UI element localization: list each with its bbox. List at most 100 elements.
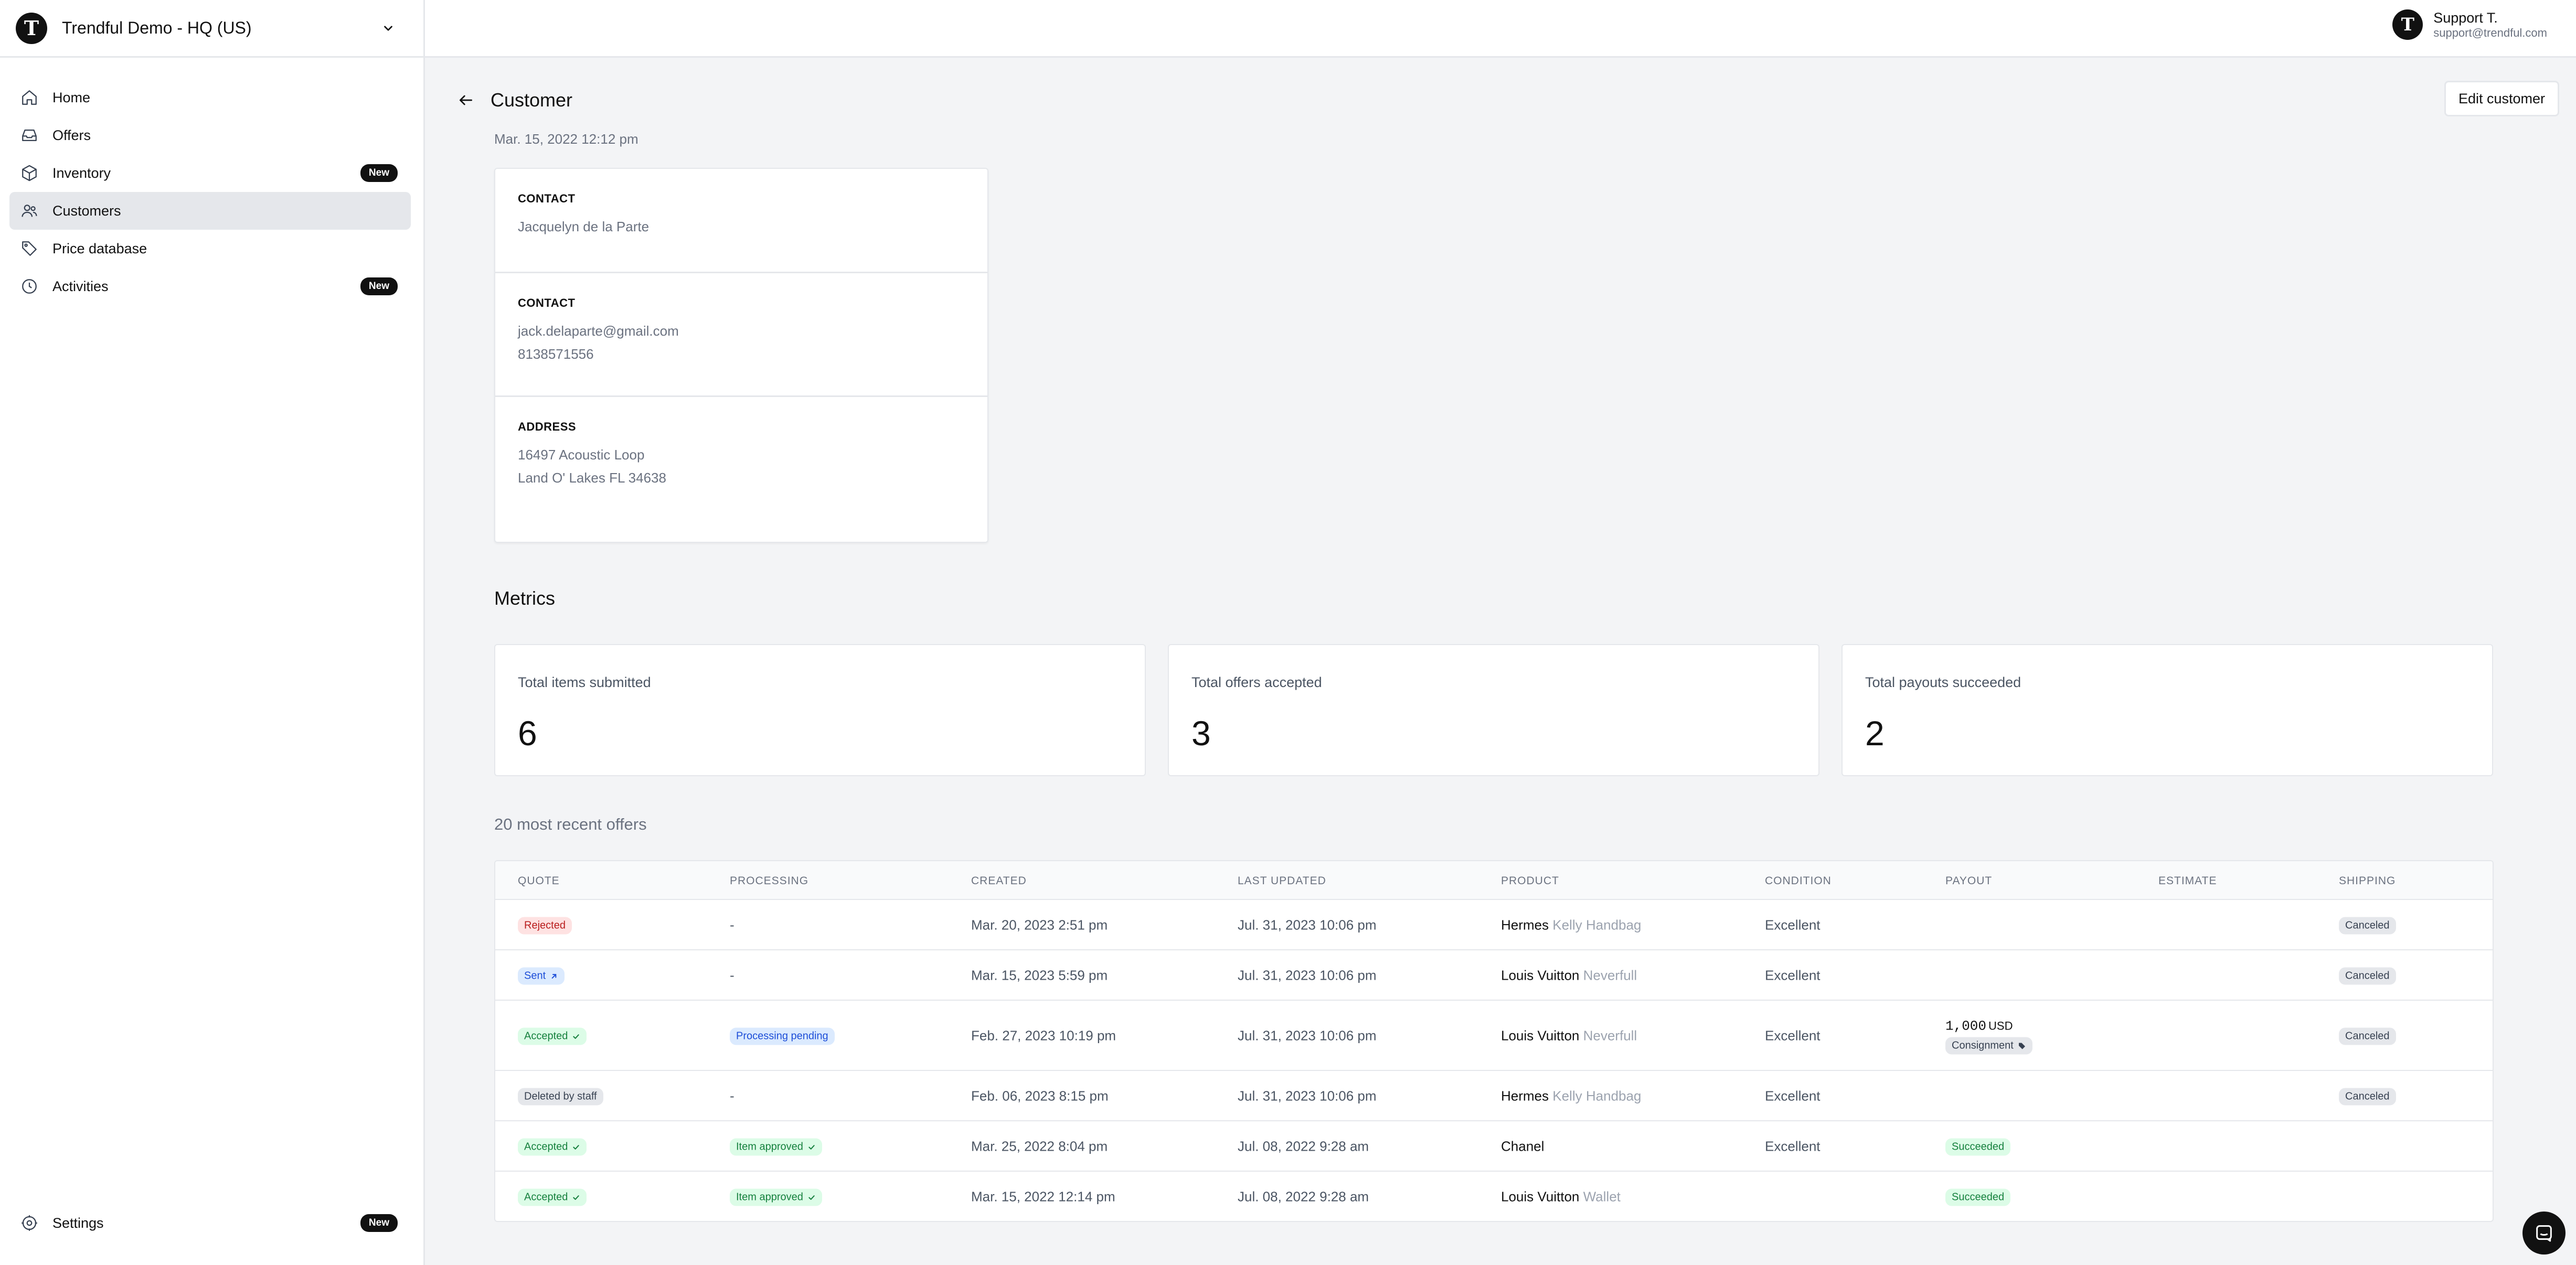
metric-card: Total payouts succeeded 2 [1841, 644, 2493, 776]
metric-card: Total items submitted 6 [494, 644, 1146, 776]
shipping-status-badge: Canceled [2339, 917, 2396, 935]
condition-value: Excellent [1765, 1138, 1821, 1154]
last-updated-date: Jul. 08, 2022 9:28 am [1238, 1188, 1369, 1205]
sidebar-item-customers[interactable]: Customers [9, 192, 411, 230]
metric-label: Total payouts succeeded [1865, 674, 2021, 690]
check-icon [568, 1193, 580, 1202]
product-model: Kelly Handbag [1552, 1088, 1642, 1104]
created-date: Mar. 25, 2022 8:04 pm [971, 1138, 1108, 1154]
processing-status-badge: Item approved [730, 1138, 822, 1156]
table-row[interactable]: Rejected - Mar. 20, 2023 2:51 pm Jul. 31, 2… [495, 900, 2493, 950]
shipping-status-badge: Canceled [2339, 967, 2396, 985]
payout-amount: 1,000 USD [1945, 1018, 2013, 1034]
product-brand: Louis Vuitton [1501, 1188, 1580, 1205]
org-name: Trendful Demo - HQ (US) [62, 18, 252, 37]
column-header-shipping: SHIPPING [2339, 875, 2396, 887]
sidebar-item-label: Offers [52, 127, 91, 143]
product-name: Hermes Kelly Handbag [1501, 1088, 1641, 1105]
quote-status-badge: Rejected [518, 917, 572, 935]
contact-details-section: CONTACT jack.delaparte@gmail.com 8138571… [495, 272, 987, 395]
created-date: Mar. 15, 2023 5:59 pm [971, 967, 1108, 983]
product-model: Neverfull [1583, 967, 1637, 983]
customer-created-date: Mar. 15, 2022 12:12 pm [494, 131, 638, 147]
product-name: Louis Vuitton Neverfull [1501, 1028, 1637, 1044]
customer-info-card: CONTACT Jacquelyn de la Parte CONTACT ja… [494, 168, 988, 543]
user-email: support@trendful.com [2433, 26, 2547, 40]
tag-icon [19, 238, 40, 259]
customer-email[interactable]: jack.delaparte@gmail.com [518, 319, 987, 342]
cube-icon [19, 163, 40, 184]
table-row[interactable]: Accepted Item approved Mar. 25, 2022 8:04 … [495, 1121, 2493, 1172]
sidebar-item-label: Home [52, 89, 91, 105]
table-row[interactable]: Accepted Processing pending Feb. 27, 2023 … [495, 1001, 2493, 1071]
check-icon [803, 1193, 816, 1202]
check-icon [568, 1143, 580, 1151]
quote-status-badge: Accepted [518, 1138, 587, 1156]
product-model: Neverfull [1583, 1027, 1637, 1044]
processing-status-badge: Processing pending [730, 1027, 835, 1045]
sidebar-item-home[interactable]: Home [9, 79, 411, 116]
column-header-last-updated: LAST UPDATED [1238, 875, 1326, 887]
condition-value: Excellent [1765, 967, 1821, 983]
sidebar-item-settings[interactable]: Settings New [9, 1204, 411, 1242]
payout-status-badge: Succeeded [1945, 1138, 2011, 1156]
table-row[interactable]: Accepted Item approved Mar. 15, 2022 12:14… [495, 1172, 2493, 1221]
metric-value: 3 [1191, 714, 1211, 753]
last-updated-date: Jul. 31, 2023 10:06 pm [1238, 917, 1377, 933]
chevron-down-icon[interactable] [379, 19, 397, 37]
sidebar-item-label: Customers [52, 202, 121, 219]
address-section: ADDRESS 16497 Acoustic Loop Land O' Lake… [495, 395, 987, 542]
sidebar-item-offers[interactable]: Offers [9, 116, 411, 154]
metric-value: 6 [518, 714, 537, 753]
users-icon [19, 200, 40, 221]
column-header-created: CREATED [971, 875, 1027, 887]
inbox-icon [19, 125, 40, 146]
sidebar-item-price-database[interactable]: Price database [9, 230, 411, 267]
sidebar-item-label: Inventory [52, 165, 111, 181]
shipping-status-badge: Canceled [2339, 1088, 2396, 1106]
address-line-1: 16497 Acoustic Loop [518, 447, 645, 463]
payout-status-badge: Succeeded [1945, 1188, 2011, 1206]
product-name: Chanel [1501, 1139, 1544, 1155]
metrics-title: Metrics [494, 587, 555, 609]
last-updated-date: Jul. 08, 2022 9:28 am [1238, 1138, 1369, 1154]
sidebar-item-label: Activities [52, 278, 109, 294]
product-name: Louis Vuitton Wallet [1501, 1189, 1621, 1205]
clock-icon [19, 276, 40, 297]
product-name: Hermes Kelly Handbag [1501, 917, 1641, 934]
avatar: T [2392, 9, 2423, 40]
sidebar: Home Offers Inventory New Customers Price dat… [0, 58, 425, 1265]
processing-value: - [730, 917, 735, 933]
payout-type-badge: Consignment [1945, 1037, 2032, 1055]
sidebar-item-activities[interactable]: Activities New [9, 267, 411, 305]
new-badge: New [360, 277, 398, 295]
shipping-status-badge: Canceled [2339, 1027, 2396, 1045]
back-arrow-icon[interactable] [453, 87, 479, 113]
table-row[interactable]: Deleted by staff - Feb. 06, 2023 8:15 pm Ju… [495, 1071, 2493, 1121]
sidebar-item-label: Settings [52, 1215, 104, 1231]
user-name: Support T. [2433, 10, 2498, 26]
chat-button[interactable] [2522, 1212, 2566, 1255]
customer-phone[interactable]: 8138571556 [518, 342, 987, 366]
processing-value: - [730, 967, 735, 983]
table-row[interactable]: Sent - Mar. 15, 2023 5:59 pm Jul. 31, 2023 … [495, 950, 2493, 1001]
sidebar-item-inventory[interactable]: Inventory New [9, 154, 411, 192]
column-header-condition: CONDITION [1765, 875, 1832, 887]
section-label: CONTACT [518, 296, 576, 309]
quote-status-badge: Accepted [518, 1027, 587, 1045]
edit-customer-button[interactable]: Edit customer [2444, 81, 2559, 116]
column-header-payout: PAYOUT [1945, 875, 1993, 887]
created-date: Mar. 15, 2022 12:14 pm [971, 1188, 1115, 1205]
product-brand: Chanel [1501, 1138, 1545, 1154]
column-header-quote: QUOTE [518, 875, 560, 887]
address-line-2: Land O' Lakes FL 34638 [518, 470, 666, 486]
org-switcher[interactable]: T Trendful Demo - HQ (US) [0, 0, 425, 57]
user-menu[interactable]: T Support T. support@trendful.com [2392, 9, 2547, 40]
product-brand: Hermes [1501, 1088, 1549, 1104]
tag-icon [2014, 1042, 2026, 1050]
metric-label: Total items submitted [518, 674, 651, 690]
gear-icon [19, 1213, 40, 1234]
home-icon [19, 87, 40, 108]
processing-value: - [730, 1088, 735, 1104]
last-updated-date: Jul. 31, 2023 10:06 pm [1238, 1027, 1377, 1044]
